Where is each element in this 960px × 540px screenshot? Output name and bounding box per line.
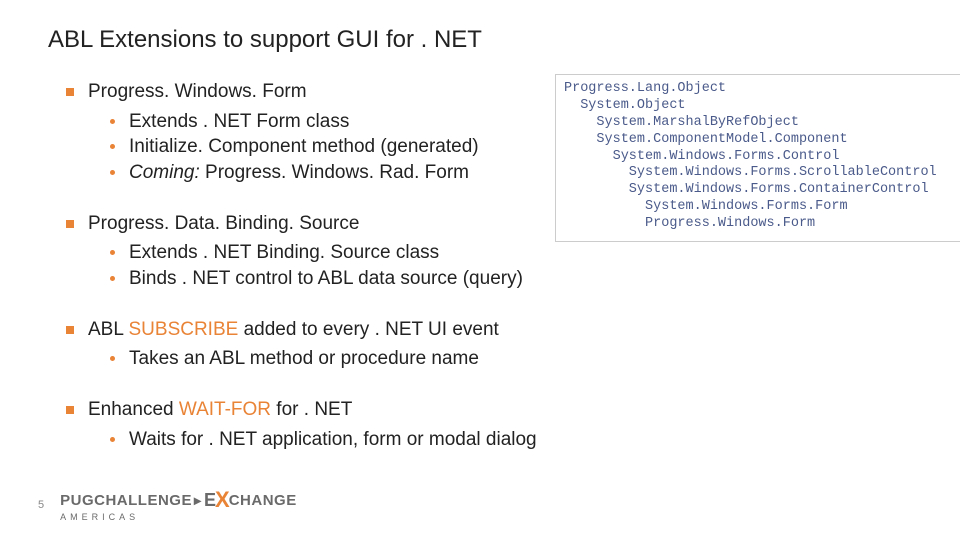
logo-x: X xyxy=(215,487,230,513)
bullet-4-pre: Enhanced xyxy=(88,399,179,420)
logo-pug: PUG xyxy=(60,492,94,509)
bullet-3: ABL SUBSCRIBE added to every . NET UI ev… xyxy=(48,318,588,372)
content-area: Progress. Windows. Form Extends . NET Fo… xyxy=(48,80,918,478)
dot-bullet-icon xyxy=(110,144,115,149)
bullet-1-sub-2: Initialize. Component method (generated) xyxy=(129,134,479,160)
bullet-2-sub-1: Extends . NET Binding. Source class xyxy=(129,240,439,266)
bullet-4-sub-1: Waits for . NET application, form or mod… xyxy=(129,427,537,453)
class-hierarchy-box: Progress.Lang.Object System.Object Syste… xyxy=(555,74,960,242)
tree-line: System.Windows.Forms.ScrollableControl xyxy=(564,165,960,182)
bullet-4-highlight: WAIT-FOR xyxy=(179,399,271,420)
bullet-1-sub-1: Extends . NET Form class xyxy=(129,109,349,135)
square-bullet-icon xyxy=(66,406,74,414)
tree-line: System.Object xyxy=(564,98,960,115)
dot-bullet-icon xyxy=(110,437,115,442)
logo-subtitle: AMERICAS xyxy=(60,512,139,522)
dot-bullet-icon xyxy=(110,250,115,255)
dot-bullet-icon xyxy=(110,276,115,281)
tree-line: System.Windows.Forms.ContainerControl xyxy=(564,182,960,199)
logo-change: CHANGE xyxy=(229,492,297,509)
tree-line: System.MarshalByRefObject xyxy=(564,115,960,132)
arrow-icon: ▸ xyxy=(194,492,201,509)
tree-line: Progress.Lang.Object xyxy=(564,81,960,98)
bullet-4: Enhanced WAIT-FOR for . NET Waits for . … xyxy=(48,398,588,452)
bullet-2-sub-2: Binds . NET control to ABL data source (… xyxy=(129,266,523,292)
square-bullet-icon xyxy=(66,88,74,96)
dot-bullet-icon xyxy=(110,356,115,361)
tree-line: System.Windows.Forms.Form xyxy=(564,199,960,216)
page-number: 5 xyxy=(38,499,44,511)
bullet-4-post: for . NET xyxy=(271,399,352,420)
bullet-2-text: Progress. Data. Binding. Source xyxy=(88,212,359,237)
dot-bullet-icon xyxy=(110,170,115,175)
footer: 5 PUG CHALLENGE ▸ E X CHANGE AMERICAS xyxy=(38,487,297,522)
slide-title: ABL Extensions to support GUI for . NET xyxy=(48,26,918,54)
bullet-3-pre: ABL xyxy=(88,319,129,340)
logo: PUG CHALLENGE ▸ E X CHANGE AMERICAS xyxy=(60,487,297,522)
slide: ABL Extensions to support GUI for . NET … xyxy=(0,0,960,540)
square-bullet-icon xyxy=(66,326,74,334)
tree-line: System.Windows.Forms.Control xyxy=(564,149,960,166)
bullet-1: Progress. Windows. Form Extends . NET Fo… xyxy=(48,80,588,186)
bullet-1-sub-3-text: Progress. Windows. Rad. Form xyxy=(200,162,469,183)
bullet-column: Progress. Windows. Form Extends . NET Fo… xyxy=(48,80,588,478)
logo-challenge: CHALLENGE xyxy=(94,492,192,509)
dot-bullet-icon xyxy=(110,119,115,124)
bullet-list: Progress. Windows. Form Extends . NET Fo… xyxy=(48,80,588,452)
bullet-3-post: added to every . NET UI event xyxy=(238,319,499,340)
tree-line: System.ComponentModel.Component xyxy=(564,132,960,149)
square-bullet-icon xyxy=(66,220,74,228)
bullet-2: Progress. Data. Binding. Source Extends … xyxy=(48,212,588,292)
tree-line: Progress.Windows.Form xyxy=(564,216,960,233)
bullet-3-highlight: SUBSCRIBE xyxy=(129,319,239,340)
bullet-1-sub-3-prefix: Coming: xyxy=(129,162,200,183)
bullet-3-sub-1: Takes an ABL method or procedure name xyxy=(129,346,479,372)
bullet-1-text: Progress. Windows. Form xyxy=(88,80,307,105)
